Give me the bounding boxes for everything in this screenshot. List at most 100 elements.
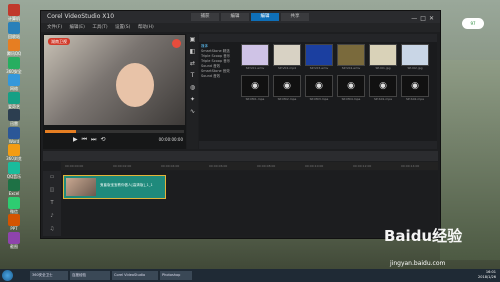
tv-channel-badge: 湖南卫视: [48, 38, 70, 45]
play-icon[interactable]: ▶: [73, 136, 82, 143]
desktop-icon[interactable]: [8, 214, 20, 226]
library-item-label: SP-M02.mpa: [277, 97, 297, 101]
audio-thumbnail-icon: ◉: [369, 75, 397, 97]
library-item-label: SP-V03.wmv: [309, 66, 329, 70]
desktop-icon[interactable]: [8, 91, 20, 104]
library-item[interactable]: SP-I02.jpg: [401, 44, 429, 71]
desktop-icon-label: Excel: [8, 191, 20, 196]
library-item[interactable]: ◉ SP-M01.mpa: [241, 75, 269, 102]
menu-tools[interactable]: 工具(T): [92, 25, 107, 30]
transition-icon[interactable]: ⇄: [187, 58, 198, 70]
step-edit-1[interactable]: 编辑: [221, 13, 249, 21]
desktop-icon[interactable]: [8, 74, 20, 86]
step-share[interactable]: 共享: [281, 13, 309, 21]
library-item-label: SP-V04.wmv: [341, 66, 361, 70]
task-360[interactable]: 360安全卫士: [30, 271, 68, 280]
filter-icon[interactable]: ✦: [187, 94, 198, 106]
menu-edit[interactable]: 编辑(E): [70, 25, 85, 30]
task-baidu[interactable]: 百度经验: [70, 271, 110, 280]
audio-thumbnail-icon: ◉: [305, 75, 333, 97]
desktop-icon[interactable]: [8, 196, 20, 209]
taskbar: 360安全卫士 百度经验 Corel VideoStudio Photoshop…: [0, 269, 500, 282]
watermark-url: jingyan.baidu.com: [390, 260, 446, 267]
video-track-icon[interactable]: ▭: [43, 171, 61, 184]
media-thumbnail: [369, 44, 397, 66]
title-icon[interactable]: T: [187, 70, 198, 82]
playback-controls[interactable]: ▶⏮⏭⟲: [73, 136, 109, 144]
audio-thumbnail-icon: ◉: [337, 75, 365, 97]
library-item-label: SP-I01.jpg: [375, 66, 391, 70]
library-item[interactable]: ◉ SP-S01.mpa: [369, 75, 397, 102]
task-videostudio[interactable]: Corel VideoStudio: [112, 271, 158, 280]
scrub-bar[interactable]: [45, 130, 184, 133]
step-capture[interactable]: 捕获: [191, 13, 219, 21]
tray-clock[interactable]: 16:01 2018/1/26: [478, 270, 496, 280]
start-button[interactable]: [2, 270, 13, 281]
voice-track-icon[interactable]: ♪: [43, 210, 61, 223]
menu-file[interactable]: 文件(F): [47, 25, 62, 30]
path-icon[interactable]: ∿: [187, 106, 198, 118]
desktop-icon[interactable]: [8, 144, 20, 156]
ruler-tick-label: 00:00:14:00: [401, 164, 420, 168]
library-item[interactable]: ◉ SP-M04.mpa: [337, 75, 365, 102]
window-title: Corel VideoStudio X10: [47, 13, 115, 20]
desktop-icon[interactable]: [8, 21, 20, 34]
preview-video[interactable]: 湖南卫视: [44, 35, 185, 125]
audio-thumbnail-icon: ◉: [401, 75, 429, 97]
library-item[interactable]: SP-I01.jpg: [369, 44, 397, 71]
library-status-bar: [199, 141, 437, 149]
audio-thumbnail-icon: ◉: [241, 75, 269, 97]
desktop-icon[interactable]: [8, 179, 20, 191]
ruler-tick-label: 00:00:08:00: [257, 164, 276, 168]
desktop-icon[interactable]: [8, 231, 20, 244]
library-item[interactable]: ◉ SP-M03.mpa: [305, 75, 333, 102]
music-track-icon[interactable]: ♫: [43, 223, 61, 236]
graphics-icon[interactable]: ◍: [187, 82, 198, 94]
library-toolbar: [199, 34, 437, 42]
media-thumbnail: [305, 44, 333, 66]
library-thumbnails: SP-V01.wmv SP-V02.mp4 SP-V03.wmv SP-V04.wmv…: [241, 44, 435, 102]
menu-settings[interactable]: 设置(S): [115, 25, 130, 30]
desktop-icon-label: 截图: [10, 243, 18, 249]
desktop-icon[interactable]: [8, 161, 20, 174]
timeline-tracks: ▭ ◫ T ♪ ♫ 鬼畜版宝宝教你做人[高清版]_1_1: [43, 171, 438, 236]
media-thumbnail: [273, 44, 301, 66]
timeline-ruler[interactable]: 00:00:00:00 00:00:02:00 00:00:04:00 00:00:0…: [61, 162, 438, 170]
preview-player: 湖南卫视 ▶⏮⏭⟲ 00:00:00:00: [43, 34, 186, 149]
library-item-label: SP-M04.mpa: [341, 97, 361, 101]
repeat-icon[interactable]: ⟲: [100, 136, 109, 143]
ruler-tick-label: 00:00:12:00: [353, 164, 372, 168]
desktop-icon-label: PPT: [10, 226, 18, 231]
ruler-tick-label: 00:00:06:00: [209, 164, 228, 168]
desktop-icon[interactable]: [8, 126, 20, 139]
ruler-tick-label: 00:00:04:00: [161, 164, 180, 168]
step-edit-2[interactable]: 编辑: [251, 13, 279, 21]
track-headers: ▭ ◫ T ♪ ♫: [43, 171, 61, 236]
desktop-icon[interactable]: [8, 4, 20, 16]
library-item[interactable]: SP-V01.wmv: [241, 44, 269, 71]
task-photoshop[interactable]: Photoshop: [160, 271, 192, 280]
library-item-label: SP-V01.wmv: [245, 66, 265, 70]
overlay-track-icon[interactable]: ◫: [43, 184, 61, 197]
library-item[interactable]: SP-V02.mp4: [273, 44, 301, 71]
timeline-clip[interactable]: 鬼畜版宝宝教你做人[高清版]_1_1: [63, 175, 166, 199]
menu-bar: 文件(F) 编辑(E) 工具(T) 设置(S) 帮助(H): [41, 23, 440, 32]
ruler-tick-label: 00:00:00:00: [65, 164, 84, 168]
watermark-logo: Baidu经验: [384, 227, 463, 245]
desktop-icon[interactable]: [8, 109, 20, 121]
instant-project-icon[interactable]: ◧: [187, 46, 198, 58]
desktop-icon[interactable]: [8, 39, 20, 51]
library-category[interactable]: Sound 音效: [201, 74, 237, 79]
library-item[interactable]: SP-V03.wmv: [305, 44, 333, 71]
desktop-icon-label: Word: [8, 138, 20, 144]
media-library: 媒体 SmartStone 精选 Triple Scoop 音乐 Triple Sco…: [199, 34, 437, 149]
library-item[interactable]: SP-V04.wmv: [337, 44, 365, 71]
menu-help[interactable]: 帮助(H): [138, 25, 154, 30]
floating-speed-badge[interactable]: 97: [462, 18, 484, 29]
title-track-icon[interactable]: T: [43, 197, 61, 210]
library-item[interactable]: ◉ SP-S02.mpa: [401, 75, 429, 102]
media-icon[interactable]: ▣: [187, 34, 198, 46]
prev-frame-icon[interactable]: ⏮: [82, 136, 91, 143]
library-item[interactable]: ◉ SP-M02.mpa: [273, 75, 301, 102]
desktop-icon[interactable]: [8, 56, 20, 69]
